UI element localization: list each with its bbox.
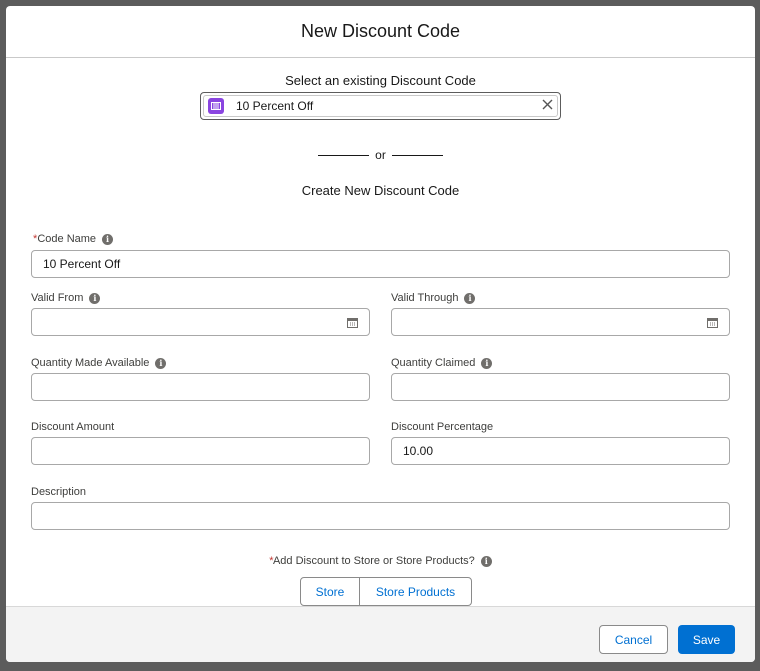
discount-amount-label: Discount Amount — [31, 421, 115, 433]
or-divider: or — [6, 148, 755, 162]
new-discount-code-modal: New Discount Code Select an existing Dis… — [6, 6, 755, 662]
info-icon[interactable]: i — [89, 292, 101, 304]
existing-code-label: Select an existing Discount Code — [285, 73, 476, 88]
info-icon[interactable]: i — [102, 233, 114, 245]
discount-amount-input[interactable] — [31, 437, 370, 465]
code-name-label: * Code Name i — [33, 233, 114, 245]
info-icon[interactable]: i — [481, 357, 493, 369]
valid-through-input[interactable] — [391, 308, 730, 336]
discount-pct-label: Discount Percentage — [391, 421, 494, 433]
or-text: or — [375, 148, 386, 162]
store-button[interactable]: Store — [301, 578, 360, 605]
description-label: Description — [31, 486, 87, 498]
qty-available-label: Quantity Made Available i — [31, 357, 167, 369]
info-icon[interactable]: i — [155, 357, 167, 369]
description-input[interactable] — [31, 502, 730, 530]
discount-pct-input[interactable]: 10.00 — [391, 437, 730, 465]
qty-claimed-label: Quantity Claimed i — [391, 357, 493, 369]
discount-code-icon — [208, 98, 224, 114]
calendar-icon[interactable] — [707, 317, 718, 328]
qty-available-input[interactable] — [31, 373, 370, 401]
valid-from-input[interactable] — [31, 308, 370, 336]
existing-code-lookup[interactable]: 10 Percent Off — [200, 92, 561, 120]
modal-title: New Discount Code — [6, 6, 755, 58]
valid-through-label: Valid Through i — [391, 292, 476, 304]
save-button[interactable]: Save — [678, 625, 735, 654]
modal-footer: Cancel Save — [6, 606, 755, 662]
clear-selection-icon[interactable] — [542, 99, 553, 113]
store-products-button[interactable]: Store Products — [360, 578, 471, 605]
target-button-group: Store Store Products — [300, 577, 472, 606]
info-icon[interactable]: i — [464, 292, 476, 304]
existing-code-value: 10 Percent Off — [236, 99, 314, 113]
create-heading: Create New Discount Code — [301, 183, 460, 198]
info-icon[interactable]: i — [480, 555, 492, 567]
valid-from-label: Valid From i — [31, 292, 101, 304]
code-name-input[interactable]: 10 Percent Off — [31, 250, 730, 278]
cancel-button[interactable]: Cancel — [599, 625, 668, 654]
target-label: * Add Discount to Store or Store Product… — [6, 555, 755, 567]
calendar-icon[interactable] — [347, 317, 358, 328]
qty-claimed-input[interactable] — [391, 373, 730, 401]
